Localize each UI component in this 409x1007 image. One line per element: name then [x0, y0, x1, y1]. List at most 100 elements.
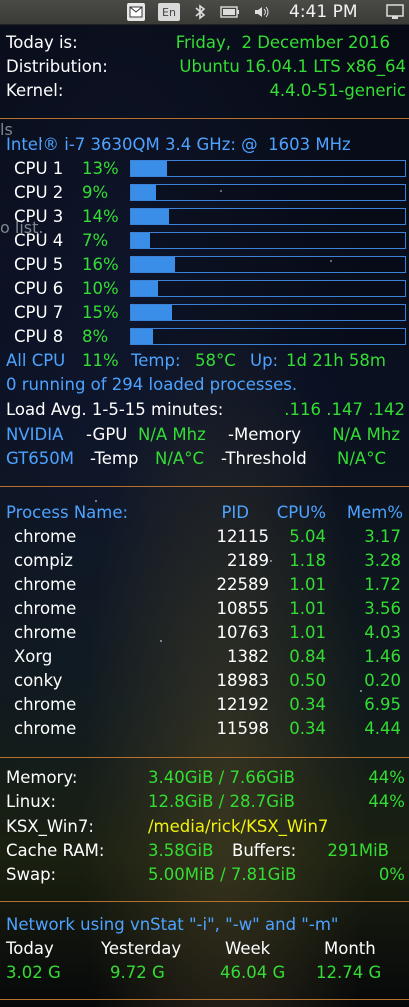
network-month-value: 12.74 G	[316, 963, 382, 982]
process-cpu-cell: 1.01	[289, 623, 326, 642]
linux-label: Linux:	[6, 792, 57, 811]
cpu-core-value: 15%	[82, 303, 119, 322]
memory-percent: 44%	[368, 768, 405, 787]
cpu-core-bar	[130, 256, 406, 273]
top-panel: En 4:41 PM	[0, 0, 409, 25]
process-name-cell: chrome	[14, 575, 77, 594]
process-pid-cell: 1382	[227, 647, 269, 666]
network-month-header: Month	[324, 939, 376, 958]
process-name-cell: chrome	[14, 695, 77, 714]
process-mem-cell: 3.28	[364, 551, 401, 570]
process-pid-cell: 10763	[216, 623, 270, 642]
memory-value: 3.40GiB / 7.66GiB	[148, 768, 295, 787]
distribution-label: Distribution:	[6, 57, 108, 76]
gpu-label: -GPU	[86, 425, 128, 444]
process-pid-cell: 10855	[216, 599, 270, 618]
process-name-cell: chrome	[14, 599, 77, 618]
cpu-core-label: CPU 1	[14, 159, 64, 178]
process-cpu-cell: 1.01	[289, 575, 326, 594]
divider	[0, 486, 409, 487]
gpu-vendor: NVIDIA	[6, 425, 64, 444]
divider	[0, 999, 409, 1000]
cpu-core-bar	[130, 328, 406, 345]
gpu-memory-value: N/A Mhz	[332, 425, 400, 444]
process-name-cell: chrome	[14, 623, 77, 642]
cpu-core-value: 13%	[82, 159, 119, 178]
process-mem-cell: 0.20	[364, 671, 401, 690]
process-cpu-cell: 5.04	[289, 527, 326, 546]
process-mem-cell: 3.56	[364, 599, 401, 618]
process-mem-cell: 4.03	[364, 623, 401, 642]
cpu-core-value: 14%	[82, 207, 119, 226]
cpu-model: Intel® i-7 3630QM 3.4 GHz: @ 1603 MHz	[6, 135, 351, 154]
volume-icon[interactable]	[253, 3, 271, 21]
network-today-value: 3.02 G	[6, 963, 61, 982]
keyboard-layout-indicator[interactable]: En	[158, 3, 180, 21]
kernel-value: 4.4.0-51-generic	[269, 81, 406, 100]
cpu-core-bar-fill	[131, 281, 159, 296]
cache-value: 3.58GiB	[148, 841, 214, 860]
today-value: Friday, 2 December 2016	[175, 33, 390, 52]
mail-icon[interactable]	[127, 3, 145, 21]
process-pid-cell: 2189	[227, 551, 269, 570]
ksx-label: KSX_Win7:	[6, 817, 94, 836]
gpu-temp-value: N/A°C	[155, 449, 204, 468]
network-yesterday-value: 9.72 G	[110, 963, 165, 982]
process-cpu-cell: 0.34	[289, 695, 326, 714]
cpu-core-value: 16%	[82, 255, 119, 274]
cpu-core-value: 8%	[82, 327, 109, 346]
bluetooth-icon[interactable]	[192, 3, 208, 21]
network-week-value: 46.04 G	[220, 963, 286, 982]
pid-header: PID	[221, 503, 249, 522]
process-name-cell: conky	[14, 671, 63, 690]
process-name-cell: chrome	[14, 719, 77, 738]
cpu-core-value: 9%	[82, 183, 109, 202]
gpu-threshold-value: N/A°C	[337, 449, 386, 468]
process-pid-cell: 11598	[216, 719, 270, 738]
process-mem-cell: 4.44	[364, 719, 401, 738]
divider	[0, 757, 409, 758]
cpu-core-label: CPU 6	[14, 279, 64, 298]
cpu-core-bar-fill	[131, 185, 156, 200]
cpu-percent-header: CPU%	[276, 503, 326, 522]
cpu-core-bar-fill	[131, 257, 175, 272]
load-avg-value: .116 .147 .142	[284, 400, 405, 419]
divider	[0, 118, 409, 119]
load-avg-label: Load Avg. 1-5-15 minutes:	[6, 400, 224, 419]
cpu-core-bar-fill	[131, 161, 167, 176]
cpu-core-label: CPU 7	[14, 303, 64, 322]
process-cpu-cell: 0.34	[289, 719, 326, 738]
process-count: 0 running of 294 loaded processes.	[6, 375, 298, 394]
session-menu-icon[interactable]	[386, 3, 404, 21]
cpu-core-label: CPU 4	[14, 231, 64, 250]
process-cpu-cell: 1.18	[289, 551, 326, 570]
process-pid-cell: 12192	[216, 695, 270, 714]
cpu-core-bar	[130, 280, 406, 297]
process-name-cell: compiz	[14, 551, 73, 570]
swap-value: 5.00MiB / 7.81GiB	[148, 865, 297, 884]
process-name-cell: Xorg	[14, 647, 53, 666]
memory-label: Memory:	[6, 768, 78, 787]
mem-percent-header: Mem%	[346, 503, 403, 522]
network-week-header: Week	[225, 939, 271, 958]
cpu-core-label: CPU 2	[14, 183, 64, 202]
cache-label: Cache RAM:	[6, 841, 105, 860]
temp-value: 58°C	[195, 351, 236, 370]
process-mem-cell: 3.17	[364, 527, 401, 546]
battery-icon[interactable]	[220, 3, 240, 21]
network-yesterday-header: Yesterday	[101, 939, 182, 958]
distribution-value: Ubuntu 16.04.1 LTS x86_64	[179, 57, 406, 76]
process-pid-cell: 12115	[216, 527, 270, 546]
process-name-header: Process Name:	[6, 503, 129, 522]
process-mem-cell: 6.95	[364, 695, 401, 714]
process-pid-cell: 18983	[216, 671, 270, 690]
process-pid-cell: 22589	[216, 575, 270, 594]
gpu-memory-label: -Memory	[228, 425, 302, 444]
cpu-core-bar	[130, 184, 406, 201]
swap-percent: 0%	[378, 865, 405, 884]
divider	[0, 901, 409, 902]
clock[interactable]: 4:41 PM	[289, 2, 358, 22]
linux-percent: 44%	[368, 792, 405, 811]
all-cpu-value: 11%	[82, 351, 119, 370]
linux-value: 12.8GiB / 28.7GiB	[148, 792, 295, 811]
